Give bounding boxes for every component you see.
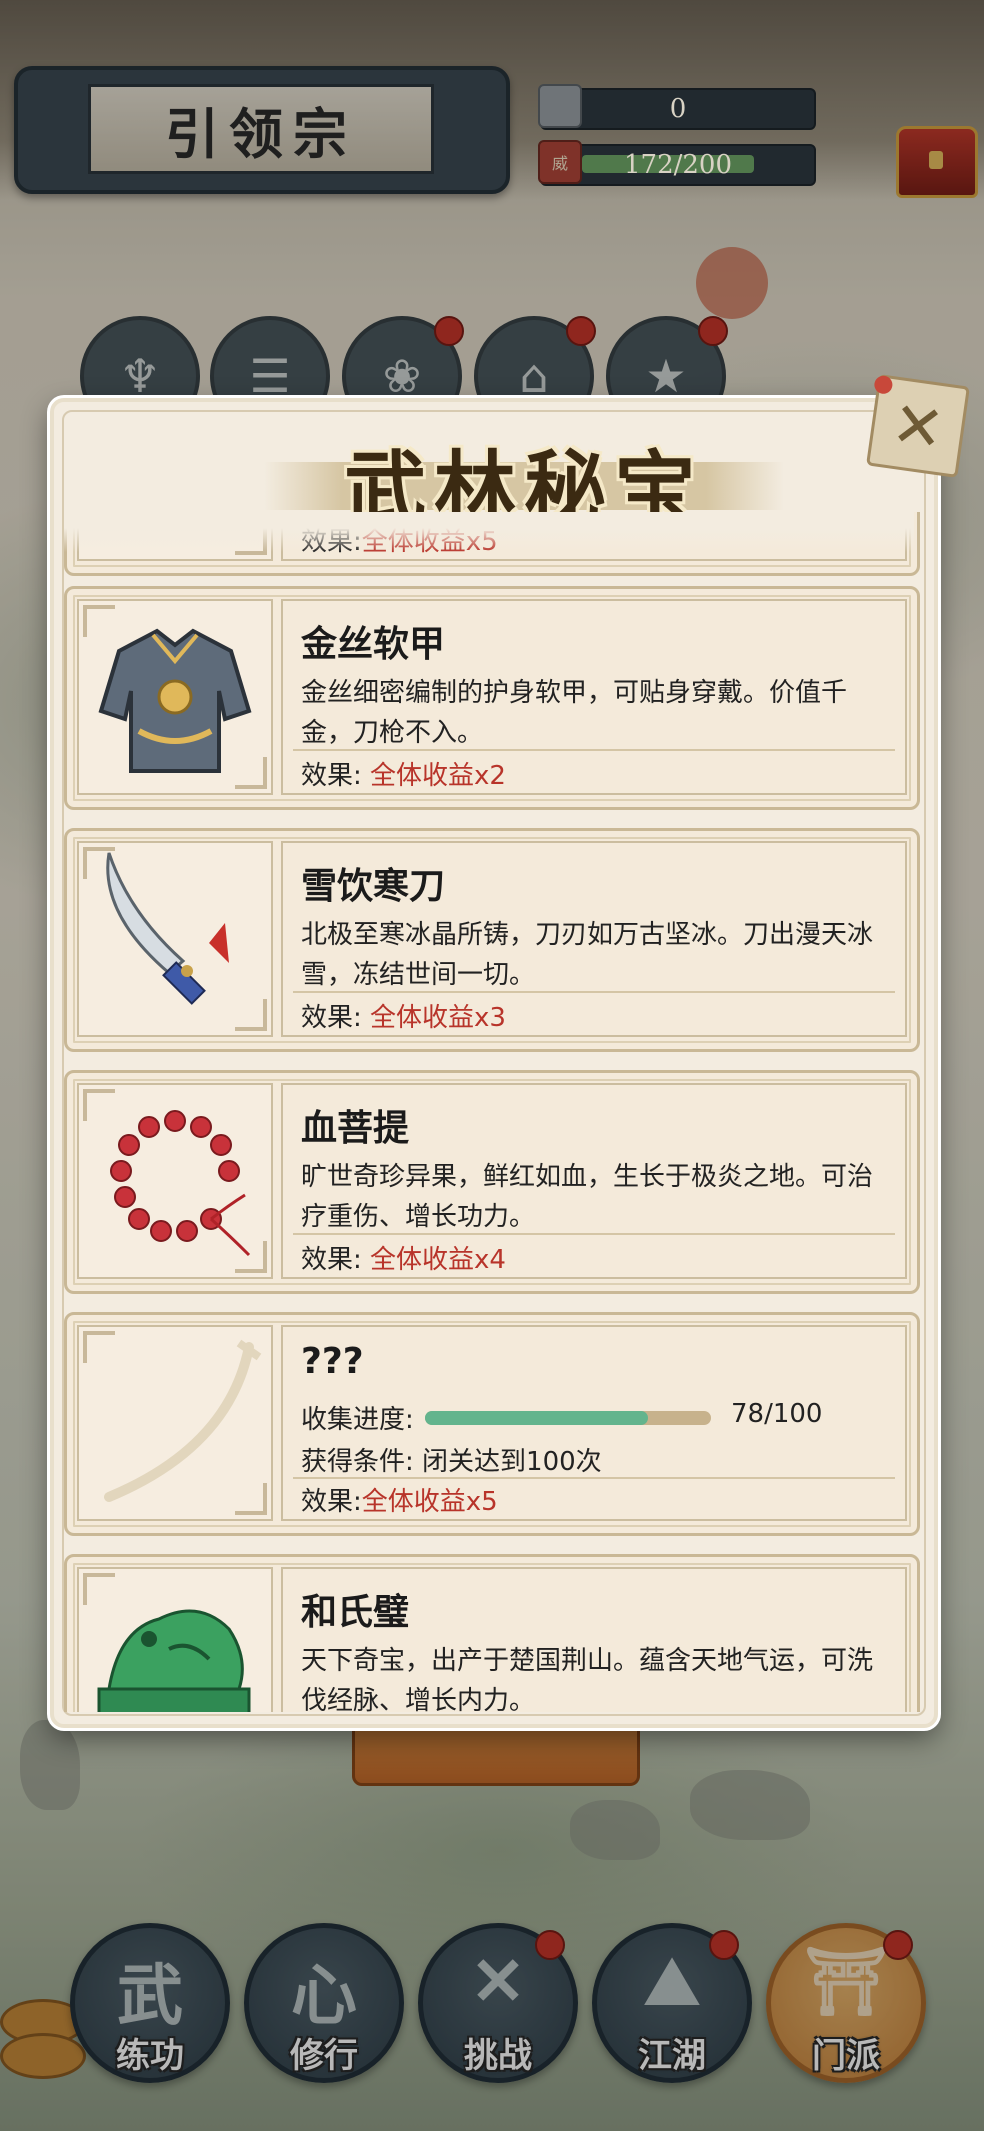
scroll-fade xyxy=(64,512,914,552)
divider xyxy=(293,749,895,751)
bead-bracelet-icon xyxy=(110,1110,251,1257)
treasure-info: ??? 收集进度: 78/100 获得条件: 闭关达到100次 效果:全体收益x… xyxy=(281,1325,907,1521)
treasure-image xyxy=(77,841,273,1037)
unlock-condition: 获得条件: 闭关达到100次 xyxy=(301,1447,602,1477)
treasure-image xyxy=(77,1325,273,1521)
progress-fill xyxy=(425,1411,649,1425)
progress-label: 收集进度: xyxy=(301,1405,414,1435)
effect-label: 效果: xyxy=(301,1245,362,1275)
treasure-effect: 效果: 全体收益x4 xyxy=(301,1239,506,1276)
treasure-effect: 效果: 全体收益x3 xyxy=(301,997,506,1034)
power-value: 172/200 xyxy=(623,150,732,180)
treasure-description: 天下奇宝，出产于楚国荆山。蕴含天地气运，可洗伐经脉、增长内力。 xyxy=(301,1646,874,1712)
progress-value: 78/100 xyxy=(731,1399,823,1429)
treasure-name: 金丝软甲 xyxy=(301,624,446,665)
treasure-image xyxy=(77,1083,273,1279)
armor-icon xyxy=(98,628,252,773)
locked-silhouette-icon xyxy=(104,1339,262,1502)
treasure-info: 雪饮寒刀 北极至寒冰晶所铸，刀刃如万古坚冰。刀出漫天冰雪，冻结世间一切。 效果:… xyxy=(281,841,907,1037)
treasure-card-locked[interactable]: ??? 收集进度: 78/100 获得条件: 闭关达到100次 效果:全体收益x… xyxy=(64,1312,920,1536)
treasure-name: 和氏璧 xyxy=(301,1592,410,1633)
progress-bar xyxy=(425,1411,711,1425)
treasure-description: 旷世奇珍异果，鲜红如血，生长于极炎之地。可治疗重伤、增长功力。 xyxy=(301,1162,874,1232)
treasure-image xyxy=(77,1567,273,1712)
treasure-card[interactable]: 血菩提 旷世奇珍异果，鲜红如血，生长于极炎之地。可治疗重伤、增长功力。 效果: … xyxy=(64,1070,920,1294)
silver-value: 0 xyxy=(669,94,687,124)
treasure-description: 金丝细密编制的护身软甲，可贴身穿戴。价值千金，刀枪不入。 xyxy=(301,678,848,748)
effect-label: 效果: xyxy=(301,761,362,791)
treasure-card[interactable]: 雪饮寒刀 北极至寒冰晶所铸，刀刃如万古坚冰。刀出漫天冰雪，冻结世间一切。 效果:… xyxy=(64,828,920,1052)
treasure-info: 金丝软甲 金丝细密编制的护身软甲，可贴身穿戴。价值千金，刀枪不入。 效果: 全体… xyxy=(281,599,907,795)
treasure-name: 雪饮寒刀 xyxy=(301,866,446,907)
saber-icon xyxy=(106,852,229,1005)
treasure-info: 血菩提 旷世奇珍异果，鲜红如血，生长于极炎之地。可治疗重伤、增长功力。 效果: … xyxy=(281,1083,907,1279)
treasure-card[interactable]: 金丝软甲 金丝细密编制的护身软甲，可贴身穿戴。价值千金，刀枪不入。 效果: 全体… xyxy=(64,586,920,810)
treasure-effect: 效果: 全体收益x2 xyxy=(301,755,506,792)
effect-label: 效果: xyxy=(301,1487,362,1517)
treasure-card[interactable]: 和氏璧 天下奇宝，出产于楚国荆山。蕴含天地气运，可洗伐经脉、增长内力。 xyxy=(64,1554,920,1712)
treasure-effect: 效果:全体收益x5 xyxy=(301,1481,498,1518)
treasure-image xyxy=(77,599,273,795)
divider xyxy=(293,991,895,993)
treasure-description: 北极至寒冰晶所铸，刀刃如万古坚冰。刀出漫天冰雪，冻结世间一切。 xyxy=(301,920,874,990)
effect-label: 效果: xyxy=(301,1003,362,1033)
effect-value: 全体收益x4 xyxy=(370,1245,506,1275)
treasure-name: 血菩提 xyxy=(301,1108,410,1149)
close-button[interactable]: ✕ xyxy=(866,374,970,478)
divider xyxy=(293,1233,895,1235)
treasure-name: ??? xyxy=(301,1341,364,1382)
divider xyxy=(293,1477,895,1479)
collection-progress: 收集进度: 78/100 xyxy=(301,1399,891,1435)
treasure-info: 和氏璧 天下奇宝，出产于楚国荆山。蕴含天地气运，可洗伐经脉、增长内力。 xyxy=(281,1567,907,1712)
treasure-list[interactable]: 效果:全体收益x5 金丝软甲 金丝细密编制的护身软甲，可贴身穿戴。价值千金，刀枪… xyxy=(64,512,924,1712)
jade-seal-icon xyxy=(97,1609,251,1712)
effect-value: 全体收益x3 xyxy=(370,1003,506,1033)
effect-value: 全体收益x2 xyxy=(370,761,506,791)
effect-value: 全体收益x5 xyxy=(361,1487,498,1517)
close-icon: ✕ xyxy=(887,386,949,466)
treasure-modal: 武林秘宝 ✕ 效果:全体收益x5 xyxy=(50,374,970,1728)
